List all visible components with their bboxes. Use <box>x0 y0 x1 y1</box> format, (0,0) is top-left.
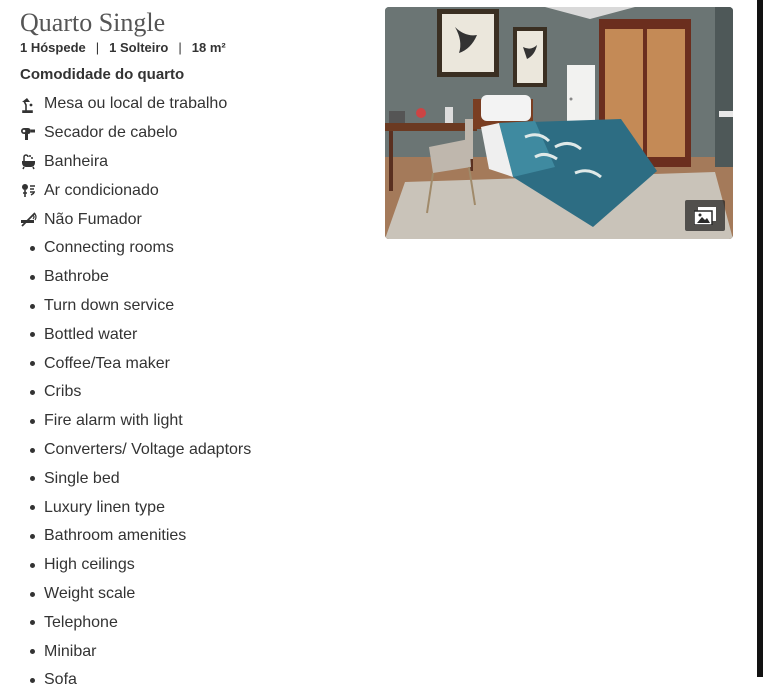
page-scrollbar[interactable] <box>757 0 763 677</box>
list-item: Turn down service <box>30 292 251 321</box>
amenity-label: Mesa ou local de trabalho <box>44 95 228 113</box>
amenities-heading: Comodidade do quarto <box>20 66 185 83</box>
amenity-label: Converters/ Voltage adaptors <box>44 440 252 458</box>
amenity-item: Secador de cabelo <box>20 119 227 148</box>
list-item: Cribs <box>30 378 251 407</box>
bullet <box>30 505 35 511</box>
amenity-label: Ar condicionado <box>44 181 159 199</box>
bullet <box>30 274 35 280</box>
amenity-label: Telephone <box>44 613 118 631</box>
amenity-item: Banheira <box>20 148 227 177</box>
desk-lamp-icon <box>22 97 33 113</box>
list-item: Weight scale <box>30 580 251 609</box>
bullet <box>30 562 35 568</box>
room-summary: 1 Hóspede | 1 Solteiro | 18 m² <box>20 40 226 55</box>
bullet <box>30 303 35 309</box>
amenity-label: Turn down service <box>44 296 175 314</box>
bullet <box>30 332 35 338</box>
separator: | <box>95 40 100 55</box>
air-conditioning-icon <box>22 184 35 198</box>
bullet <box>30 649 35 655</box>
amenity-label: Connecting rooms <box>44 239 174 257</box>
amenity-label: Single bed <box>44 469 120 487</box>
list-item: Coffee/Tea maker <box>30 349 251 378</box>
amenity-label: Fire alarm with light <box>44 412 183 430</box>
bathtub-icon <box>22 154 35 170</box>
amenity-label: Luxury linen type <box>44 498 165 516</box>
bullet <box>30 476 35 482</box>
amenity-label: Sofa <box>44 671 77 689</box>
list-item: Bathrobe <box>30 263 251 292</box>
amenity-label: Weight scale <box>44 584 136 602</box>
amenity-label: Cribs <box>44 383 82 401</box>
list-item: Converters/ Voltage adaptors <box>30 436 252 465</box>
room-photo-illustration <box>385 7 733 239</box>
amenity-item: Não Fumador <box>20 205 227 234</box>
bullet <box>30 246 35 251</box>
separator: | <box>178 40 182 55</box>
hair-dryer-icon <box>21 127 35 140</box>
amenity-label: Não Fumador <box>44 210 142 228</box>
guest-count: 1 Hóspede <box>20 40 86 55</box>
amenity-item: Ar condicionado <box>20 176 227 205</box>
list-item: High ceilings <box>30 551 251 580</box>
bullet <box>30 591 35 597</box>
list-item: Single bed <box>30 464 251 493</box>
amenity-item: Mesa ou local de trabalho <box>20 90 227 119</box>
list-item: Luxury linen type <box>30 493 251 522</box>
list-item: Sofa <box>30 666 251 695</box>
bullet <box>30 620 35 626</box>
bullet <box>30 361 35 367</box>
amenity-label: Bathroom amenities <box>44 527 187 545</box>
list-item: Minibar <box>30 637 251 666</box>
room-photo[interactable] <box>385 7 733 239</box>
room-size: 18 m² <box>191 40 226 55</box>
list-item: Connecting rooms <box>30 234 251 263</box>
amenity-label: Minibar <box>44 642 97 660</box>
amenity-label: Banheira <box>44 152 109 170</box>
list-item: Telephone <box>30 608 251 637</box>
photo-gallery-icon <box>694 206 716 225</box>
amenity-label: Bathrobe <box>44 268 109 286</box>
amenity-list: Connecting rooms Bathrobe Turn down serv… <box>30 234 252 695</box>
no-smoking-icon <box>21 212 37 227</box>
list-item: Fire alarm with light <box>30 407 251 436</box>
amenity-label: Secador de cabelo <box>44 124 178 142</box>
list-item: Bottled water <box>30 320 251 349</box>
list-item: Bathroom amenities <box>30 522 251 551</box>
amenity-label: Coffee/Tea maker <box>44 354 170 372</box>
photo-gallery-button[interactable] <box>685 200 725 231</box>
bullet <box>30 389 35 395</box>
room-title: Quarto Single <box>20 8 166 37</box>
bullet <box>30 677 35 683</box>
bullet <box>30 447 35 453</box>
amenity-label: High ceilings <box>44 556 135 574</box>
bullet <box>30 533 35 539</box>
amenity-label: Bottled water <box>44 325 138 343</box>
bullet <box>30 418 35 424</box>
icon-amenity-list: Mesa ou local de trabalho Secador de cab… <box>20 90 227 234</box>
bed-type: 1 Solteiro <box>109 40 169 55</box>
